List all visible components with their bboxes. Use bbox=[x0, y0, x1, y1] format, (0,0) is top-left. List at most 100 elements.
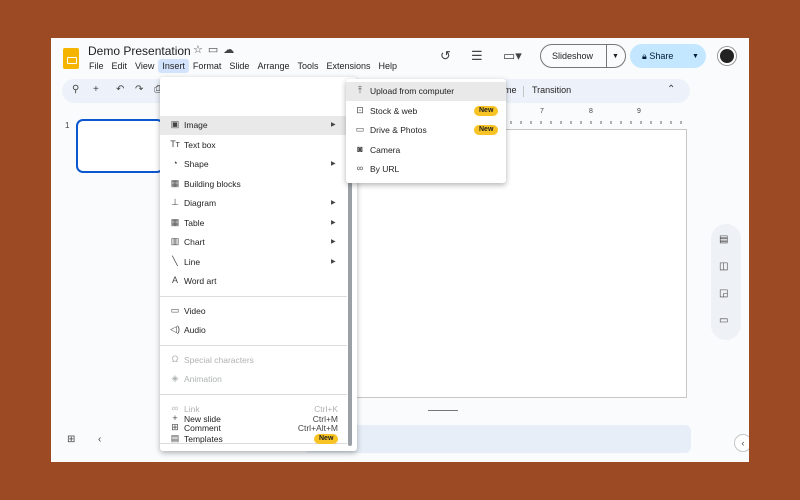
slideshow-button[interactable]: Slideshow ▼ bbox=[540, 44, 626, 68]
menu-item-table[interactable]: ▦ Table ▶ bbox=[160, 214, 357, 233]
menu-item-word-art[interactable]: A Word art bbox=[160, 272, 357, 291]
document-title[interactable]: Demo Presentation bbox=[88, 44, 191, 58]
submenu-item-camera[interactable]: ◙ Camera bbox=[346, 141, 506, 160]
omega-icon: Ω bbox=[171, 354, 179, 364]
menu-slide[interactable]: Slide bbox=[225, 59, 253, 73]
new-badge: New bbox=[314, 434, 339, 444]
collapse-toolbar-icon[interactable]: ⌃ bbox=[667, 84, 675, 95]
menu-item-label: Table bbox=[184, 218, 205, 228]
submenu-item-stock-web[interactable]: ⊡ Stock & web New bbox=[346, 102, 506, 121]
search-menus-icon[interactable]: ⚲ bbox=[72, 84, 79, 95]
new-badge: New bbox=[474, 125, 499, 135]
menu-format[interactable]: Format bbox=[189, 59, 226, 73]
version-history-icon[interactable]: ↺ bbox=[440, 48, 451, 64]
canvas-scrollbar[interactable] bbox=[428, 410, 458, 411]
hide-side-panel-button[interactable]: ‹ bbox=[734, 434, 749, 452]
move-folder-icon[interactable]: ▭ bbox=[208, 43, 218, 56]
menu-item-label: Word art bbox=[184, 276, 217, 286]
menu-item-label: Animation bbox=[184, 374, 222, 384]
menu-extensions[interactable]: Extensions bbox=[322, 59, 374, 73]
plus-icon: + bbox=[172, 413, 178, 423]
submenu-arrow-icon: ▶ bbox=[331, 220, 336, 226]
transition-button[interactable]: Transition bbox=[532, 85, 571, 95]
menu-item-image[interactable]: ▣ Image ▶ bbox=[160, 116, 357, 135]
menu-item-label: Templates bbox=[184, 434, 223, 444]
submenu-arrow-icon: ▶ bbox=[331, 239, 336, 245]
comments-icon[interactable]: ☰ bbox=[471, 48, 483, 64]
drive-folder-icon[interactable]: ▭ bbox=[719, 315, 728, 326]
redo-icon[interactable]: ↷ bbox=[135, 84, 143, 95]
tasks-icon[interactable]: ◫ bbox=[719, 261, 728, 272]
slides-app-window: Demo Presentation ☆ ▭ ☁ File Edit View I… bbox=[51, 38, 749, 462]
folder-icon: ▭ bbox=[355, 124, 365, 134]
submenu-item-label: Upload from computer bbox=[370, 86, 455, 96]
submenu-item-upload[interactable]: ⤒ Upload from computer bbox=[346, 82, 506, 101]
menu-item-video[interactable]: ▭ Video bbox=[160, 302, 357, 321]
account-avatar[interactable] bbox=[718, 47, 736, 65]
camera-icon: ◙ bbox=[357, 144, 363, 154]
menu-item-label: Special characters bbox=[184, 355, 254, 365]
new-slide-icon[interactable]: + bbox=[93, 84, 99, 95]
slideshow-label[interactable]: Slideshow bbox=[541, 51, 606, 61]
menu-item-new-slide[interactable]: + New slide Ctrl+M bbox=[160, 410, 357, 429]
meet-video-icon[interactable]: ▭▾ bbox=[503, 48, 522, 64]
menu-arrange[interactable]: Arrange bbox=[253, 59, 293, 73]
menu-divider bbox=[160, 296, 347, 297]
shape-icon: ◔ bbox=[172, 158, 178, 168]
ruler-mark-7: 7 bbox=[540, 108, 544, 115]
submenu-item-label: By URL bbox=[370, 164, 400, 174]
collapse-filmstrip-icon[interactable]: ‹ bbox=[98, 434, 101, 445]
menu-item-text-box[interactable]: Tт Text box bbox=[160, 136, 357, 155]
insert-menu: ▣ Image ▶ Tт Text box ◔ Shape ▶ ▦ Building blo… bbox=[160, 77, 357, 451]
share-button[interactable]: 🔒︎ Share ▼ bbox=[630, 44, 706, 68]
menu-item-shape[interactable]: ◔ Shape ▶ bbox=[160, 155, 357, 174]
templates-icon: ▤ bbox=[170, 433, 180, 443]
image-submenu: ⤒ Upload from computer ⊡ Stock & web New ▭ D… bbox=[346, 79, 506, 183]
submenu-item-label: Drive & Photos bbox=[370, 125, 427, 135]
chevron-left-icon: ‹ bbox=[741, 438, 745, 448]
menu-item-label: New slide bbox=[184, 414, 221, 424]
menu-item-special-characters[interactable]: Ω Special characters bbox=[160, 351, 357, 370]
menu-edit[interactable]: Edit bbox=[108, 59, 132, 73]
menu-tools[interactable]: Tools bbox=[293, 59, 322, 73]
slideshow-dropdown-icon[interactable]: ▼ bbox=[607, 53, 619, 60]
upload-icon: ⤒ bbox=[358, 85, 362, 95]
menu-item-building-blocks[interactable]: ▦ Building blocks bbox=[160, 175, 357, 194]
menu-item-diagram[interactable]: ⊥ Diagram ▶ bbox=[160, 194, 357, 213]
undo-icon[interactable]: ↶ bbox=[116, 84, 124, 95]
search-image-icon: ⊡ bbox=[356, 105, 364, 115]
grid-view-icon[interactable]: ⊞ bbox=[67, 434, 75, 445]
submenu-item-by-url[interactable]: ∞ By URL bbox=[346, 160, 506, 179]
menu-view[interactable]: View bbox=[131, 59, 158, 73]
menu-insert[interactable]: Insert bbox=[158, 59, 189, 73]
menu-item-label: Text box bbox=[184, 140, 216, 150]
menu-item-templates[interactable]: ▤ Templates New bbox=[160, 430, 357, 449]
menu-item-label: Shape bbox=[184, 159, 209, 169]
submenu-arrow-icon: ▶ bbox=[331, 259, 336, 265]
slides-logo-icon[interactable] bbox=[63, 48, 79, 69]
slide-thumbnail[interactable] bbox=[76, 119, 164, 173]
menu-item-chart[interactable]: ▥ Chart ▶ bbox=[160, 233, 357, 252]
star-icon[interactable]: ☆ bbox=[193, 43, 203, 56]
cloud-status-icon[interactable]: ☁ bbox=[223, 43, 234, 56]
toolbar-divider bbox=[523, 86, 524, 97]
menu-item-audio[interactable]: ◁) Audio bbox=[160, 321, 357, 340]
share-label[interactable]: 🔒︎ Share bbox=[630, 51, 688, 62]
menu-item-label: Image bbox=[184, 120, 208, 130]
chart-icon: ▥ bbox=[170, 236, 180, 246]
keep-icon[interactable]: ▤ bbox=[719, 234, 728, 245]
submenu-arrow-icon: ▶ bbox=[331, 122, 336, 128]
menu-file[interactable]: File bbox=[85, 59, 108, 73]
text-box-icon: Tт bbox=[170, 139, 180, 149]
menu-item-label: Building blocks bbox=[184, 179, 241, 189]
speaker-notes-bar[interactable] bbox=[303, 425, 691, 453]
menu-item-line[interactable]: ╲ Line ▶ bbox=[160, 253, 357, 272]
ruler-mark-8: 8 bbox=[589, 108, 593, 115]
submenu-item-drive-photos[interactable]: ▭ Drive & Photos New bbox=[346, 121, 506, 140]
contacts-icon[interactable]: ◲ bbox=[719, 288, 728, 299]
share-dropdown-icon[interactable]: ▼ bbox=[688, 53, 699, 60]
menu-item-label: Line bbox=[184, 257, 201, 267]
menu-item-label: Video bbox=[184, 306, 206, 316]
menu-help[interactable]: Help bbox=[375, 59, 402, 73]
menu-item-animation[interactable]: ◈ Animation bbox=[160, 370, 357, 389]
